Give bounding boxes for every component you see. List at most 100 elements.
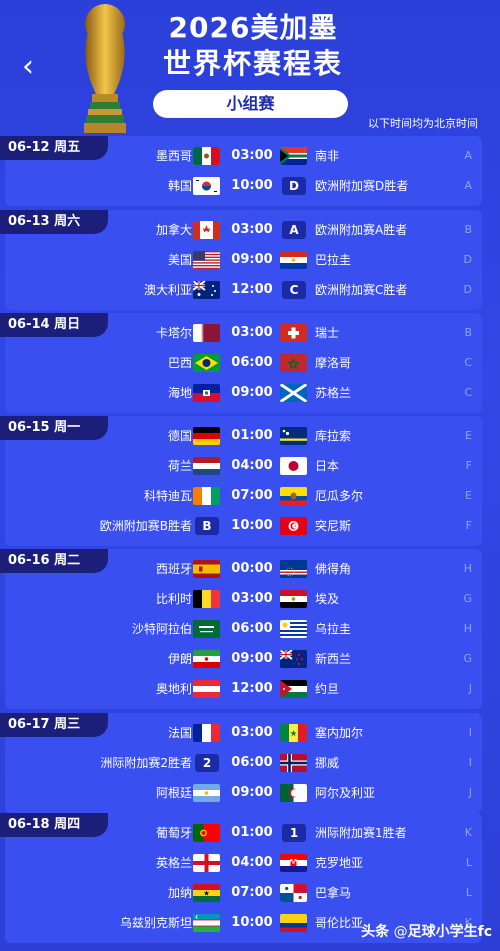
- match-row[interactable]: 澳大利亚 12:00 C 欧洲附加赛C胜者 D: [5, 276, 482, 304]
- iran-flag-icon: [193, 650, 220, 668]
- away-team-name: 约旦: [315, 682, 340, 696]
- match-row[interactable]: 科特迪瓦 07:00 厄瓜多尔 E: [5, 482, 482, 510]
- group-letter: J: [468, 682, 472, 695]
- match-row[interactable]: 葡萄牙 01:00 1 洲际附加赛1胜者 K: [5, 819, 482, 847]
- australia-flag-icon: [193, 281, 220, 299]
- kickoff-time: 00:00: [231, 561, 273, 576]
- group-letter: G: [463, 592, 472, 605]
- jordan-flag-icon: [280, 680, 307, 698]
- kickoff-time: 03:00: [231, 325, 273, 340]
- watermark-prefix: 头条: [361, 924, 390, 940]
- match-row[interactable]: 英格兰 04:00 克罗地亚 L: [5, 849, 482, 877]
- new-zealand-flag-icon: [280, 650, 307, 668]
- england-flag-icon: [193, 854, 220, 872]
- kickoff-time: 10:00: [231, 178, 273, 193]
- group-letter: E: [465, 489, 472, 502]
- austria-flag-icon: [193, 680, 220, 698]
- match-row[interactable]: 加纳 07:00 巴拿马 L: [5, 879, 482, 907]
- kickoff-time: 03:00: [231, 222, 273, 237]
- match-row[interactable]: 加拿大 03:00 A 欧洲附加赛A胜者 B: [5, 216, 482, 244]
- uruguay-flag-icon: [280, 620, 307, 638]
- group-letter: D: [463, 253, 472, 266]
- match-row[interactable]: 法国 03:00 塞内加尔 I: [5, 719, 482, 747]
- home-team-name: 法国: [167, 726, 192, 740]
- world-cup-trophy-icon: [84, 4, 126, 133]
- away-team-name: 塞内加尔: [315, 726, 364, 740]
- group-letter: C: [464, 386, 472, 399]
- match-row[interactable]: 比利时 03:00 埃及 G: [5, 585, 482, 613]
- scotland-flag-icon: [280, 384, 307, 402]
- watermark-text: 足球小学生fc: [407, 924, 492, 940]
- playoff-badge: 1: [282, 824, 306, 842]
- match-row[interactable]: 伊朗 09:00 新西兰 G: [5, 645, 482, 673]
- home-team-name: 沙特阿拉伯: [131, 622, 192, 636]
- algeria-flag-icon: [280, 784, 307, 802]
- playoff-badge: D: [282, 177, 306, 195]
- switzerland-flag-icon: [280, 324, 307, 342]
- playoff-badge: C: [282, 281, 306, 299]
- home-team-name: 海地: [167, 386, 192, 400]
- match-day-card: 06-12 周五 墨西哥 03:00 南非 A 韩国 10:00 D 欧洲附加赛D胜者 A: [0, 136, 482, 206]
- senegal-flag-icon: [280, 724, 307, 742]
- kickoff-time: 12:00: [231, 282, 273, 297]
- norway-flag-icon: [280, 754, 307, 772]
- match-row[interactable]: 欧洲附加赛B胜者 B 10:00 突尼斯 F: [5, 512, 482, 540]
- away-team-name: 巴拿马: [315, 886, 352, 900]
- match-row[interactable]: 巴西 06:00 摩洛哥 C: [5, 349, 482, 377]
- kickoff-time: 03:00: [231, 725, 273, 740]
- usa-flag-icon: [193, 251, 220, 269]
- south-africa-flag-icon: [280, 147, 307, 165]
- group-letter: F: [465, 459, 472, 472]
- group-letter: A: [464, 149, 472, 162]
- mexico-flag-icon: [193, 147, 220, 165]
- match-row[interactable]: 美国 09:00 巴拉圭 D: [5, 246, 482, 274]
- kickoff-time: 06:00: [231, 621, 273, 636]
- kickoff-time: 07:00: [231, 488, 273, 503]
- group-letter: D: [463, 283, 472, 296]
- saudi-flag-icon: [193, 620, 220, 638]
- home-team-name: 卡塔尔: [155, 326, 192, 340]
- match-row[interactable]: 德国 01:00 库拉索 E: [5, 422, 482, 450]
- group-letter: E: [465, 429, 472, 442]
- timezone-note: 以下时间均为北京时间: [368, 117, 478, 130]
- away-team-name: 埃及: [315, 592, 340, 606]
- home-team-name: 加拿大: [155, 223, 192, 237]
- match-day-card: 06-16 周二 西班牙 00:00 佛得角 H 比利时 03:00 埃及 G 沙特阿拉伯 06:0…: [0, 549, 482, 709]
- match-row[interactable]: 阿根廷 09:00 阿尔及利亚 J: [5, 779, 482, 807]
- kickoff-time: 01:00: [231, 428, 273, 443]
- stage-pill[interactable]: 小组赛: [153, 90, 348, 118]
- home-team-name: 科特迪瓦: [143, 489, 192, 503]
- tunisia-flag-icon: [280, 517, 307, 535]
- cape-verde-flag-icon: [280, 560, 307, 578]
- argentina-flag-icon: [193, 784, 220, 802]
- home-team-name: 澳大利亚: [143, 283, 192, 297]
- away-team-name: 厄瓜多尔: [315, 489, 364, 503]
- match-row[interactable]: 西班牙 00:00 佛得角 H: [5, 555, 482, 583]
- group-letter: A: [464, 179, 472, 192]
- match-row[interactable]: 卡塔尔 03:00 瑞士 B: [5, 319, 482, 347]
- match-row[interactable]: 海地 09:00 苏格兰 C: [5, 379, 482, 407]
- away-team-name: 挪威: [315, 756, 340, 770]
- match-row[interactable]: 洲际附加赛2胜者 2 06:00 挪威 I: [5, 749, 482, 777]
- home-team-name: 巴西: [167, 356, 192, 370]
- back-chevron-icon[interactable]: ‹: [22, 52, 34, 82]
- match-row[interactable]: 墨西哥 03:00 南非 A: [5, 142, 482, 170]
- match-day-card: 06-13 周六 加拿大 03:00 A 欧洲附加赛A胜者 B 美国 09:00 巴拉圭 D 澳大利…: [0, 210, 482, 310]
- kickoff-time: 04:00: [231, 458, 273, 473]
- group-letter: I: [468, 756, 472, 769]
- match-row[interactable]: 荷兰 04:00 日本 F: [5, 452, 482, 480]
- group-letter: J: [468, 786, 472, 799]
- home-team-name: 德国: [167, 429, 192, 443]
- group-letter: L: [465, 856, 472, 869]
- match-day-card: 06-15 周一 德国 01:00 库拉索 E 荷兰 04:00 日本 F 科特迪瓦 07:00 厄瓜…: [0, 416, 482, 546]
- away-team-name: 乌拉圭: [315, 622, 352, 636]
- away-team-name: 佛得角: [315, 562, 352, 576]
- away-team-name: 瑞士: [315, 326, 340, 340]
- footer: 头条 @足球小学生fc: [0, 915, 500, 951]
- match-row[interactable]: 沙特阿拉伯 06:00 乌拉圭 H: [5, 615, 482, 643]
- playoff-badge: 2: [195, 754, 219, 772]
- home-team-name: 墨西哥: [155, 149, 192, 163]
- match-row[interactable]: 韩国 10:00 D 欧洲附加赛D胜者 A: [5, 172, 482, 200]
- group-letter: I: [468, 726, 472, 739]
- match-row[interactable]: 奥地利 12:00 约旦 J: [5, 675, 482, 703]
